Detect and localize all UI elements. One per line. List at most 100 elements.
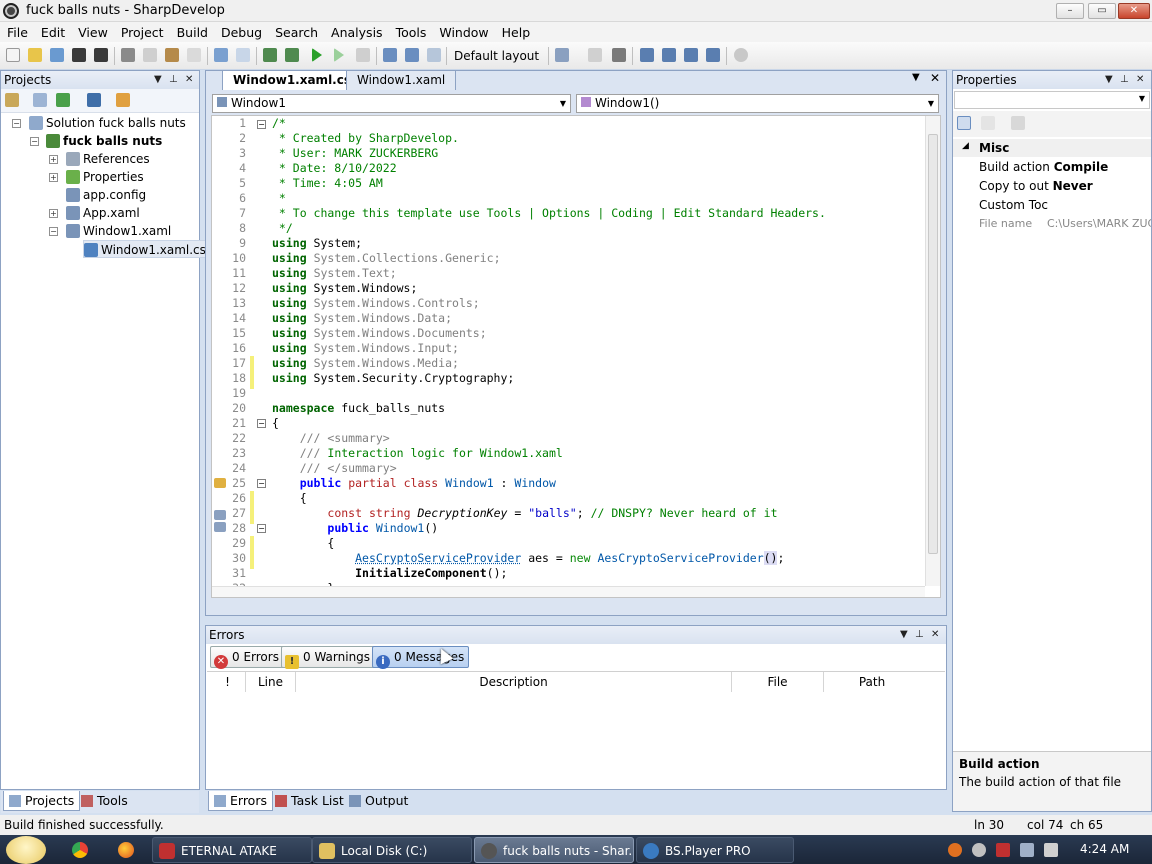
clock[interactable]: 4:24 AM bbox=[1080, 842, 1129, 856]
layout-select[interactable]: Default layout ▼ bbox=[450, 46, 544, 82]
tree-item-solution[interactable]: Solution fuck balls nuts bbox=[29, 114, 186, 132]
column-header-path[interactable]: Path bbox=[824, 672, 920, 692]
tab-window1-xaml[interactable]: Window1.xaml bbox=[346, 70, 457, 90]
step-out-icon[interactable] bbox=[427, 48, 441, 62]
close-document-icon[interactable]: ✕ bbox=[930, 71, 940, 85]
start-button[interactable] bbox=[6, 836, 46, 864]
pin-icon[interactable]: ⊥ bbox=[169, 71, 178, 89]
rebuild-icon[interactable] bbox=[285, 48, 299, 62]
menu-file[interactable]: File bbox=[0, 22, 34, 42]
tab-task-list[interactable]: Task List bbox=[270, 791, 349, 811]
close-icon[interactable]: ✕ bbox=[1136, 71, 1144, 89]
expand-toggle[interactable]: + bbox=[49, 173, 58, 182]
menu-search[interactable]: Search bbox=[268, 22, 324, 42]
property-row[interactable]: Custom Toc bbox=[979, 196, 1151, 214]
fold-toggle[interactable]: − bbox=[257, 120, 266, 129]
run-without-debugger-icon[interactable] bbox=[334, 48, 344, 62]
tree-item-references[interactable]: References bbox=[66, 150, 150, 168]
open-folder-icon[interactable] bbox=[5, 93, 19, 107]
search-icon[interactable] bbox=[734, 48, 748, 62]
property-row[interactable]: File name C:\Users\MARK ZUC bbox=[979, 215, 1151, 233]
collapse-all-icon[interactable] bbox=[33, 93, 47, 107]
categorized-icon[interactable] bbox=[957, 116, 971, 130]
step-over-icon[interactable] bbox=[383, 48, 397, 62]
build-icon[interactable] bbox=[263, 48, 277, 62]
property-row[interactable]: Copy to out Never bbox=[979, 177, 1151, 195]
tab-projects[interactable]: Projects bbox=[3, 791, 81, 811]
taskbar-button[interactable]: ETERNAL ATAKE bbox=[152, 837, 312, 863]
menu-project[interactable]: Project bbox=[114, 22, 170, 42]
maximize-button[interactable]: ▭ bbox=[1088, 3, 1116, 19]
close-icon[interactable]: ✕ bbox=[185, 71, 193, 89]
column-header-line[interactable]: Line bbox=[246, 672, 296, 692]
errors-filter-button[interactable]: ✕ 0 Errors bbox=[210, 646, 284, 669]
member-dropdown[interactable]: Window1() ▼ bbox=[576, 94, 939, 113]
panel-menu-icon[interactable]: ▼ bbox=[154, 71, 162, 89]
indent-icon[interactable] bbox=[612, 48, 626, 62]
menu-analysis[interactable]: Analysis bbox=[324, 22, 389, 42]
window-icon[interactable] bbox=[640, 48, 654, 62]
network-icon[interactable] bbox=[1020, 843, 1034, 857]
tab-errors[interactable]: Errors bbox=[208, 791, 273, 811]
property-category[interactable]: ◢ Misc bbox=[953, 139, 1151, 157]
document-list-icon[interactable]: ▼ bbox=[912, 72, 920, 83]
close-icon[interactable]: ✕ bbox=[931, 626, 939, 644]
run-icon[interactable] bbox=[312, 48, 322, 62]
taskbar-button[interactable]: Local Disk (C:) bbox=[312, 837, 472, 863]
tray-icon[interactable] bbox=[972, 843, 986, 857]
pin-icon[interactable]: ⊥ bbox=[915, 626, 924, 644]
bookmark-icon[interactable] bbox=[555, 48, 569, 62]
menu-build[interactable]: Build bbox=[170, 22, 214, 42]
class-dropdown[interactable]: Window1 ▼ bbox=[212, 94, 571, 113]
close-button[interactable]: ✕ bbox=[1118, 3, 1150, 19]
tree-item-window1-xaml[interactable]: Window1.xaml bbox=[66, 222, 171, 240]
menu-tools[interactable]: Tools bbox=[389, 22, 433, 42]
show-all-files-icon[interactable] bbox=[116, 93, 130, 107]
tab-output[interactable]: Output bbox=[344, 791, 413, 811]
action-center-icon[interactable] bbox=[996, 843, 1010, 857]
column-header-description[interactable]: Description bbox=[296, 672, 732, 692]
warnings-filter-button[interactable]: ! 0 Warnings bbox=[281, 646, 376, 669]
properties-icon[interactable] bbox=[87, 93, 101, 107]
property-row[interactable]: Build action Compile bbox=[979, 158, 1151, 176]
menu-window[interactable]: Window bbox=[432, 22, 494, 42]
taskbar-button[interactable]: fuck balls nuts - Shar... bbox=[474, 837, 634, 863]
property-pages-icon[interactable] bbox=[1011, 116, 1025, 130]
object-selector[interactable]: ▼ bbox=[954, 91, 1150, 109]
menu-edit[interactable]: Edit bbox=[34, 22, 71, 42]
redo-icon[interactable] bbox=[236, 48, 250, 62]
fold-toggle[interactable]: − bbox=[257, 524, 266, 533]
toggle-comment-icon[interactable] bbox=[588, 48, 602, 62]
collapse-toggle[interactable]: − bbox=[49, 227, 58, 236]
tray-icon[interactable] bbox=[948, 843, 962, 857]
panel-menu-icon[interactable]: ▼ bbox=[900, 626, 908, 644]
new-file-icon[interactable] bbox=[6, 48, 20, 62]
column-header-severity[interactable]: ! bbox=[210, 672, 246, 692]
menu-help[interactable]: Help bbox=[495, 22, 537, 42]
editor-vertical-scrollbar[interactable] bbox=[925, 116, 940, 586]
minimize-button[interactable]: – bbox=[1056, 3, 1084, 19]
tree-item-window1-xaml-cs[interactable]: Window1.xaml.cs bbox=[83, 240, 210, 258]
replace-icon[interactable] bbox=[684, 48, 698, 62]
collapse-toggle[interactable]: − bbox=[30, 137, 39, 146]
collapse-toggle[interactable]: − bbox=[12, 119, 21, 128]
messages-filter-button[interactable]: i 0 Messages bbox=[372, 646, 470, 669]
menu-view[interactable]: View bbox=[71, 22, 114, 42]
undo-icon[interactable] bbox=[214, 48, 228, 62]
open-solution-icon[interactable] bbox=[50, 48, 64, 62]
find-in-files-icon[interactable] bbox=[662, 48, 676, 62]
editor-horizontal-scrollbar[interactable] bbox=[212, 586, 925, 597]
cut-icon[interactable] bbox=[121, 48, 135, 62]
column-header-file[interactable]: File bbox=[732, 672, 824, 692]
tree-item-app-config[interactable]: app.config bbox=[66, 186, 146, 204]
tree-item-app-xaml[interactable]: App.xaml bbox=[66, 204, 140, 222]
fold-toggle[interactable]: − bbox=[257, 419, 266, 428]
panel-menu-icon[interactable]: ▼ bbox=[1105, 71, 1113, 89]
navigate-icon[interactable] bbox=[706, 48, 720, 62]
pin-icon[interactable]: ⊥ bbox=[1120, 71, 1129, 89]
menu-debug[interactable]: Debug bbox=[214, 22, 268, 42]
fold-toggle[interactable]: − bbox=[257, 479, 266, 488]
tree-item-properties[interactable]: Properties bbox=[66, 168, 144, 186]
expand-toggle[interactable]: + bbox=[49, 155, 58, 164]
chrome-icon[interactable] bbox=[72, 842, 88, 858]
